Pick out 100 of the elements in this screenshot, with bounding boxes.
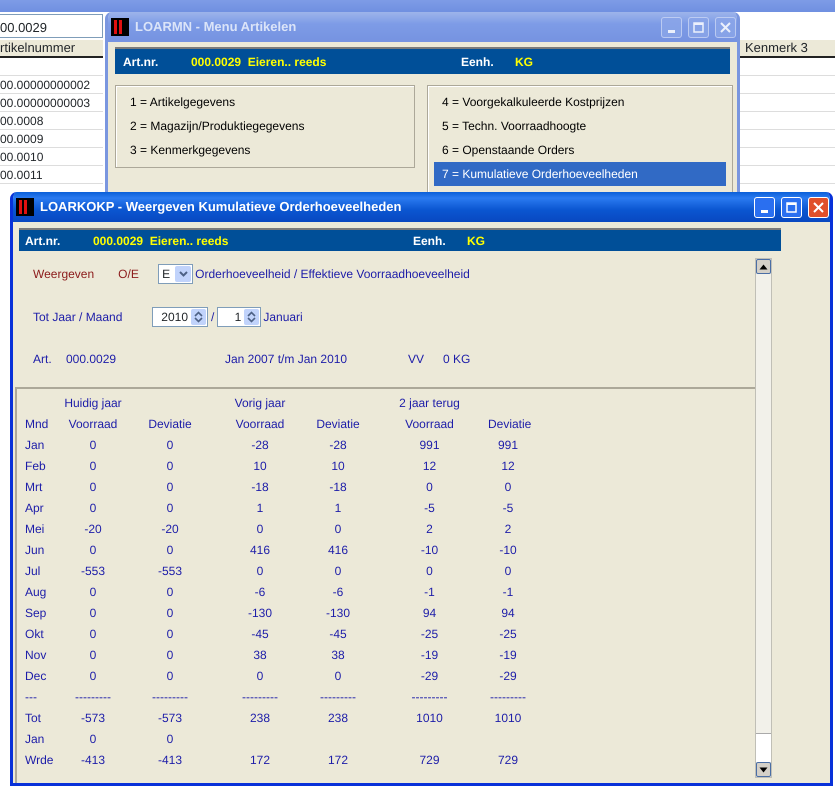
column-header: Voorraad [68,416,118,433]
table-cell-text: -130 [324,605,352,622]
table-cell-text: 729 [418,752,441,769]
table-cell-text: 0 [166,584,174,601]
group-heading: Vorig jaar [234,395,286,412]
row-label: Jan [25,731,46,748]
table-cell-text: 416 [326,542,350,559]
table-cell-text: 0 [166,479,174,496]
table-cell-text: 0 [88,500,98,517]
row-label: Jun [25,542,46,559]
menu-option[interactable]: 2 = Magazijn/Produktiegegevens [122,114,408,138]
table-cell-text: -20 [83,521,103,538]
table-cell-text: -573 [156,710,184,727]
table-cell-text: -25 [498,626,518,643]
row-label: Feb [25,458,47,475]
table-cell-text: --------- [241,689,279,706]
search-field[interactable]: 00.0029 [0,14,103,38]
table-cell-text: 0 [166,605,174,622]
field-label: Art.nr. [25,232,62,250]
menu-option[interactable]: 7 = Kumulatieve Orderhoeveelheden [434,162,726,186]
table-cell-text: -19 [498,647,518,664]
table-cell-text: -413 [156,752,184,769]
table-cell-text: --------- [410,689,448,706]
table-cell-text: 991 [418,437,441,454]
table-cell-text: --------- [74,689,112,706]
table-cell-text: -130 [246,605,274,622]
spin-field[interactable]: 1 [217,307,262,327]
table-cell-text: 1010 [415,710,444,727]
row-label: Tot [25,710,42,727]
table-cell-text: --------- [489,689,527,706]
table-cell: 00.0011 [0,166,103,184]
field-value: 000.0029 Eieren.. reeds [191,54,328,70]
table-cell-text: -6 [332,584,344,601]
table-cell-text: -25 [420,626,440,643]
column-header: Voorraad [234,416,286,433]
table-cell-text: 0 [504,479,512,496]
table-cell-text: 0 [334,563,342,580]
table-cell-text: 0 [88,542,98,559]
menu-option[interactable]: 1 = Artikelgegevens [122,90,408,114]
row-label: Wrde [25,752,54,769]
menu-option[interactable]: 3 = Kenmerkgegevens [122,138,408,162]
table-cell: 00.00000000002 [0,76,103,94]
field-label: Weergeven [33,266,94,283]
column-header[interactable]: Kenmerk 3 [740,40,835,58]
row-label: --- [25,689,38,706]
table-cell: 00.0010 [0,148,103,166]
code-select[interactable]: E [158,264,194,284]
table-cell-text: -573 [80,710,106,727]
field-label: Art. [33,351,53,368]
field-value: 000.0029 [66,351,118,368]
table-cell-text: 0 [88,626,98,643]
menu-option[interactable]: 6 = Openstaande Orders [434,138,726,162]
table-cell-text: 172 [248,752,272,769]
table-cell-text: -28 [250,437,270,454]
table-cell-text: 94 [422,605,438,622]
separator-text: / [211,309,214,326]
table-cell-text: 0 [88,458,98,475]
field-description: Orderhoeveelheid / Effektieve Voorraadhoeveelheid [195,266,470,283]
table-cell-text: -20 [160,521,180,538]
date-range: Jan 2007 t/m Jan 2010 [225,351,348,368]
row-label: Mei [25,521,46,538]
spin-field[interactable]: 2010 [152,307,208,327]
table-cell-text: -28 [328,437,348,454]
table-cell-text: 0 [88,584,98,601]
table-cell-text: 729 [496,752,520,769]
column-header[interactable]: rtikelnummer [0,40,103,58]
table-cell-text: -1 [502,584,514,601]
table-cell-text: 0 [166,437,174,454]
table-cell-text: 0 [166,731,174,748]
row-label: Okt [25,626,45,643]
table-cell-text: 12 [422,458,438,475]
table-cell-text: 238 [326,710,350,727]
table-cell-text: -29 [420,668,440,685]
table-cell-text: 0 [334,521,342,538]
table-cell-text: 0 [88,437,98,454]
row-label: Aug [25,584,48,601]
column-header: Deviatie [315,416,361,433]
column-header: Mnd [25,416,50,433]
table-cell-text: --------- [319,689,357,706]
menu-option[interactable]: 5 = Techn. Voorraadhoogte [434,114,726,138]
row-label: Sep [25,605,48,622]
table-cell-text: 0 [256,668,264,685]
table-cell-text: 0 [425,479,434,496]
table-cell-text: 0 [166,668,174,685]
table-cell: 00.00000000003 [0,94,103,112]
table-cell-text: 0 [88,479,98,496]
table-cell-text: 0 [166,500,174,517]
table-cell-text: 0 [166,626,174,643]
table-cell-text: -18 [328,479,348,496]
group-heading: 2 jaar terug [398,395,461,412]
menu-option[interactable]: 4 = Voorgekalkuleerde Kostprijzen [434,90,726,114]
table-cell-text: 0 [166,542,174,559]
table-cell-text: 0 [256,563,264,580]
row-label: Dec [25,668,48,685]
table-cell-text: -5 [502,500,514,517]
row-label: Apr [25,500,45,517]
table-cell-text: -553 [156,563,184,580]
table-cell-text: 172 [326,752,350,769]
table-cell-text: 0 [88,647,98,664]
group-heading: Huidig jaar [63,395,123,412]
